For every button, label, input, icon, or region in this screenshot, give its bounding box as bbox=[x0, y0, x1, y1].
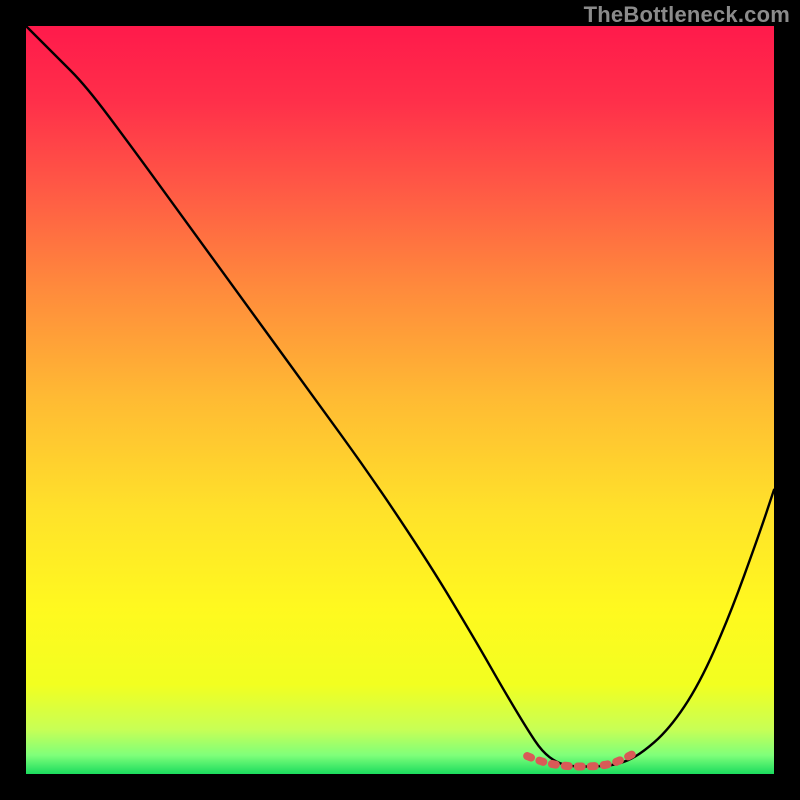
bottleneck-chart bbox=[26, 26, 774, 774]
chart-frame: TheBottleneck.com bbox=[0, 0, 800, 800]
watermark-text: TheBottleneck.com bbox=[584, 2, 790, 28]
chart-background bbox=[26, 26, 774, 774]
